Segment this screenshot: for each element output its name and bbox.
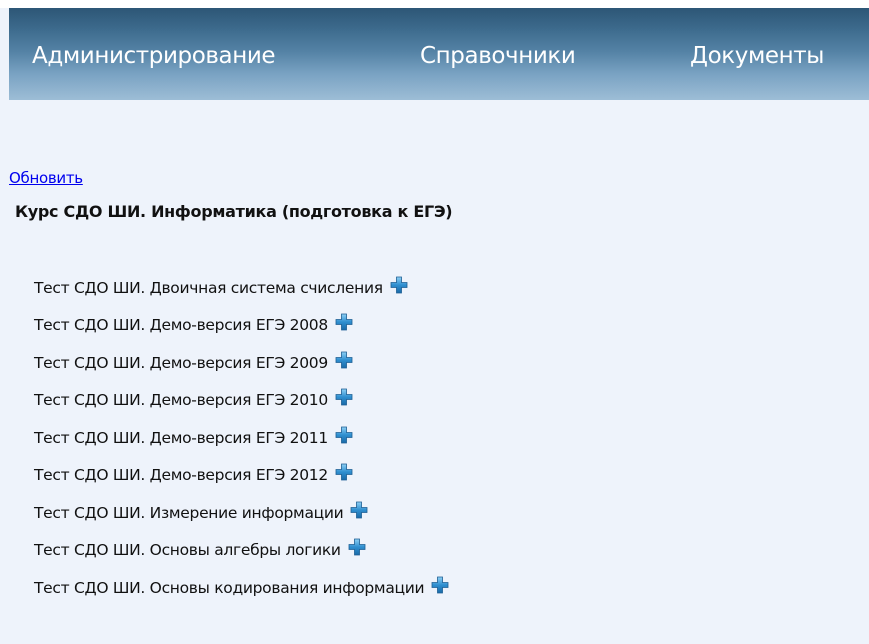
- plus-icon[interactable]: [348, 538, 366, 556]
- test-item: Тест СДО ШИ. Демо-версия ЕГЭ 2010: [34, 382, 449, 420]
- plus-icon[interactable]: [431, 576, 449, 594]
- plus-icon[interactable]: [335, 388, 353, 406]
- test-item: Тест СДО ШИ. Двоичная система счисления: [34, 269, 449, 307]
- nav-item-references[interactable]: Справочники: [420, 8, 576, 100]
- plus-icon[interactable]: [390, 276, 408, 294]
- test-list: Тест СДО ШИ. Двоичная система счисления …: [34, 269, 449, 607]
- main-navbar: Администрирование Справочники Документы: [9, 8, 869, 100]
- test-label: Тест СДО ШИ. Демо-версия ЕГЭ 2008: [34, 316, 328, 335]
- top-strip: [0, 0, 869, 8]
- nav-item-administration[interactable]: Администрирование: [32, 8, 276, 100]
- course-title: Курс СДО ШИ. Информатика (подготовка к Е…: [15, 202, 453, 221]
- plus-icon[interactable]: [335, 463, 353, 481]
- test-item: Тест СДО ШИ. Демо-версия ЕГЭ 2011: [34, 419, 449, 457]
- test-item: Тест СДО ШИ. Основы кодирования информац…: [34, 569, 449, 607]
- test-item: Тест СДО ШИ. Основы алгебры логики: [34, 532, 449, 570]
- test-item: Тест СДО ШИ. Демо-версия ЕГЭ 2008: [34, 307, 449, 345]
- plus-icon[interactable]: [335, 313, 353, 331]
- plus-icon[interactable]: [335, 426, 353, 444]
- test-label: Тест СДО ШИ. Демо-версия ЕГЭ 2009: [34, 353, 328, 372]
- test-label: Тест СДО ШИ. Демо-версия ЕГЭ 2010: [34, 391, 328, 410]
- test-label: Тест СДО ШИ. Двоичная система счисления: [34, 278, 383, 297]
- test-label: Тест СДО ШИ. Основы алгебры логики: [34, 541, 341, 560]
- test-label: Тест СДО ШИ. Демо-версия ЕГЭ 2012: [34, 466, 328, 485]
- test-item: Тест СДО ШИ. Измерение информации: [34, 494, 449, 532]
- test-label: Тест СДО ШИ. Измерение информации: [34, 503, 344, 522]
- test-label: Тест СДО ШИ. Основы кодирования информац…: [34, 578, 425, 597]
- refresh-link[interactable]: Обновить: [9, 169, 83, 187]
- plus-icon[interactable]: [335, 351, 353, 369]
- test-label: Тест СДО ШИ. Демо-версия ЕГЭ 2011: [34, 428, 328, 447]
- nav-item-documents[interactable]: Документы: [690, 8, 824, 100]
- test-item: Тест СДО ШИ. Демо-версия ЕГЭ 2012: [34, 457, 449, 495]
- test-item: Тест СДО ШИ. Демо-версия ЕГЭ 2009: [34, 344, 449, 382]
- plus-icon[interactable]: [350, 501, 368, 519]
